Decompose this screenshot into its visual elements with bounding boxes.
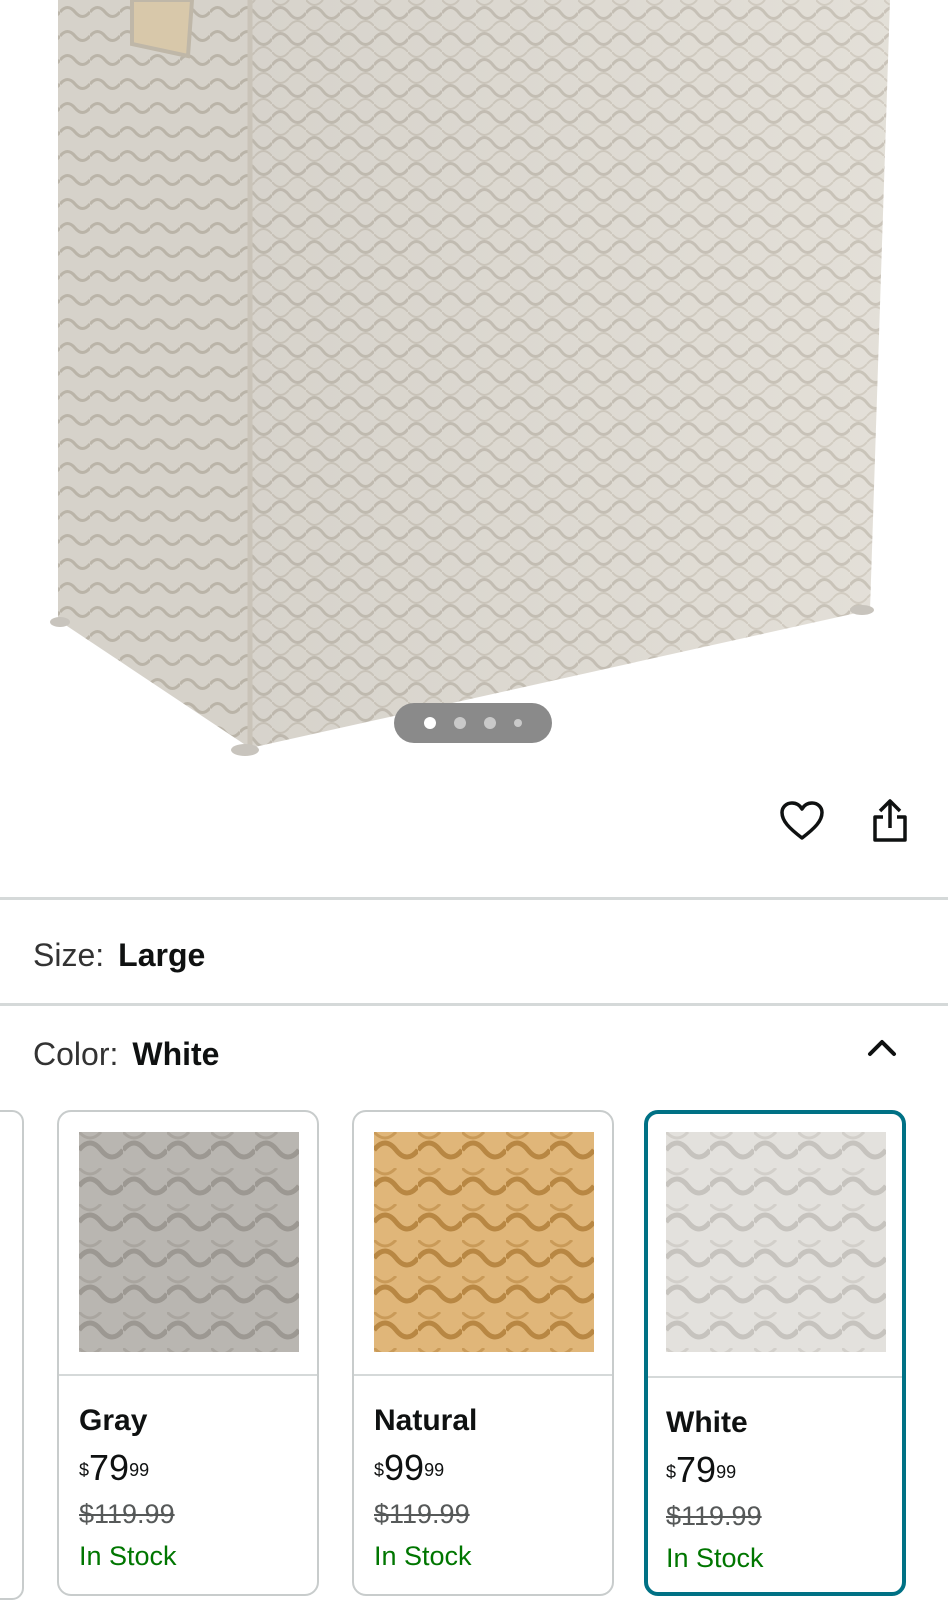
- swatch-natural[interactable]: Natural $9999 $119.99 In Stock: [352, 1110, 614, 1596]
- color-value: White: [132, 1036, 220, 1072]
- chevron-up-icon[interactable]: [864, 1030, 900, 1066]
- carousel-indicator[interactable]: [394, 703, 552, 743]
- swatch-name: White: [666, 1406, 748, 1439]
- section-divider: [0, 897, 948, 900]
- swatch-divider: [648, 1376, 902, 1378]
- availability: In Stock: [666, 1543, 764, 1573]
- list-price: $119.99: [666, 1501, 762, 1531]
- swatch-info: Gray $7999 $119.99 In Stock: [79, 1402, 307, 1574]
- swatch-name: Gray: [79, 1404, 148, 1437]
- price-fraction: 99: [424, 1460, 445, 1480]
- availability: In Stock: [79, 1541, 177, 1571]
- share-icon[interactable]: [864, 795, 916, 847]
- swatch-partial-previous[interactable]: [0, 1110, 24, 1600]
- swatch-info: Natural $9999 $119.99 In Stock: [374, 1402, 602, 1574]
- swatch-gray[interactable]: Gray $7999 $119.99 In Stock: [57, 1110, 319, 1596]
- price-whole: 79: [89, 1447, 130, 1488]
- carousel-dot[interactable]: [424, 717, 436, 729]
- wishlist-heart-icon[interactable]: [776, 795, 828, 847]
- swatch-texture-natural: [374, 1132, 594, 1352]
- price-currency: $: [79, 1460, 90, 1480]
- price-whole: 99: [384, 1447, 425, 1488]
- swatch-info: White $7999 $119.99 In Stock: [666, 1404, 892, 1576]
- swatch-texture-white: [666, 1132, 886, 1352]
- carousel-dot[interactable]: [484, 717, 496, 729]
- price-fraction: 99: [129, 1460, 150, 1480]
- size-label: Size:: [33, 937, 105, 973]
- product-image: [50, 0, 890, 756]
- swatch-divider: [59, 1374, 317, 1376]
- swatch-texture-gray: [79, 1132, 299, 1352]
- swatch-price: $7999: [79, 1446, 307, 1490]
- availability: In Stock: [374, 1541, 472, 1571]
- list-price: $119.99: [79, 1499, 175, 1529]
- swatch-name: Natural: [374, 1404, 478, 1437]
- swatch-price: $9999: [374, 1446, 602, 1490]
- swatch-price: $7999: [666, 1448, 892, 1492]
- swatch-white-selected[interactable]: White $7999 $119.99 In Stock: [644, 1110, 906, 1596]
- size-row[interactable]: Size: Large: [33, 937, 205, 974]
- product-image-carousel[interactable]: [0, 0, 948, 760]
- color-label: Color:: [33, 1036, 119, 1072]
- swatch-divider: [354, 1374, 612, 1376]
- color-row: Color: White: [33, 1036, 219, 1073]
- carousel-dot[interactable]: [454, 717, 466, 729]
- price-fraction: 99: [716, 1462, 737, 1482]
- section-divider: [0, 1003, 948, 1006]
- list-price: $119.99: [374, 1499, 470, 1529]
- price-currency: $: [666, 1462, 677, 1482]
- price-whole: 79: [676, 1449, 717, 1490]
- size-value: Large: [118, 937, 206, 973]
- price-currency: $: [374, 1460, 385, 1480]
- carousel-dot[interactable]: [514, 719, 522, 727]
